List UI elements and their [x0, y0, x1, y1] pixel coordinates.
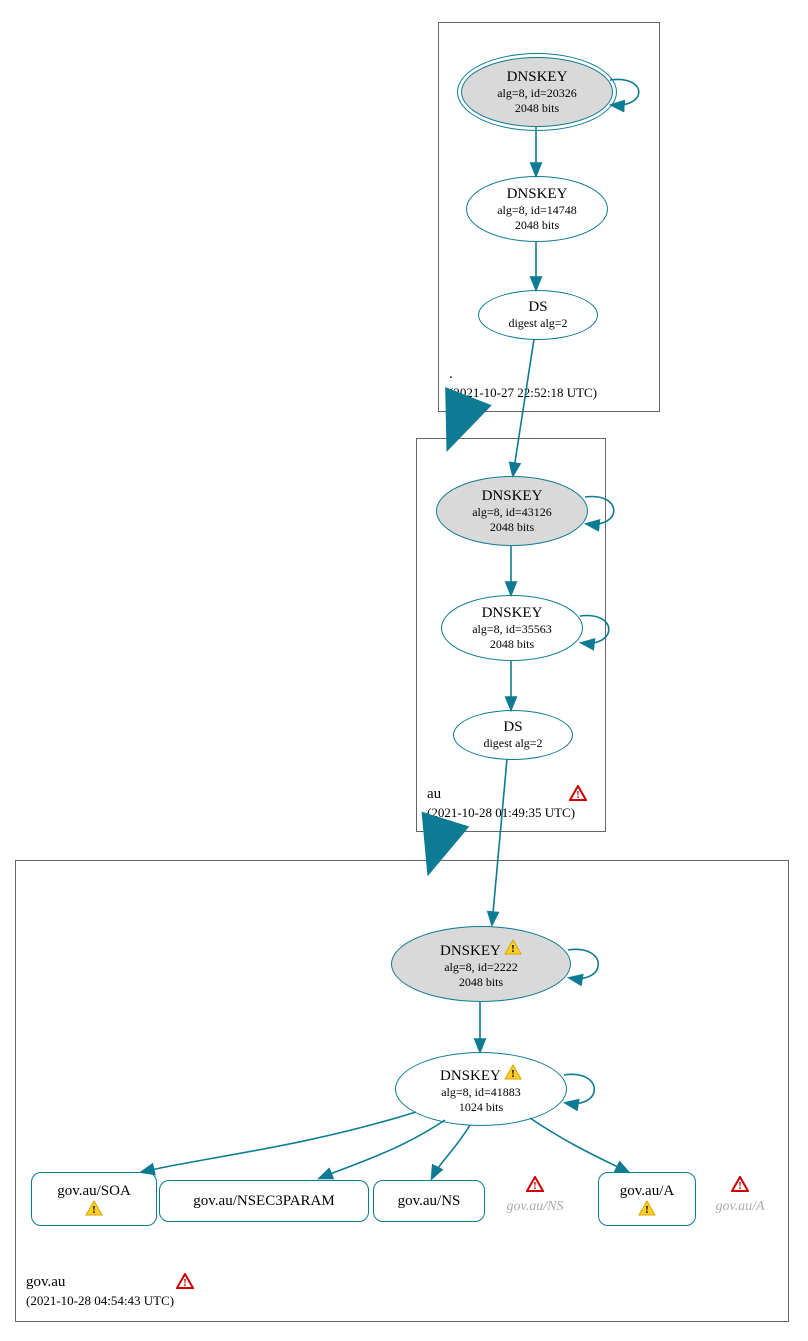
svg-text:!: !	[738, 1180, 742, 1192]
govau-soa: gov.au/SOA !	[31, 1172, 157, 1226]
warning-icon: !	[638, 1200, 656, 1216]
node-sub2: 2048 bits	[515, 218, 559, 233]
node-sub2: 2048 bits	[515, 101, 559, 116]
warning-icon: !	[504, 1064, 522, 1080]
error-icon: !	[731, 1176, 749, 1192]
govau-zsk-dnskey: DNSKEY ! alg=8, id=41883 1024 bits	[395, 1052, 567, 1126]
warning-icon: !	[85, 1200, 103, 1216]
rr-label: gov.au/NSEC3PARAM	[193, 1193, 334, 1210]
node-sub1: alg=8, id=2222	[444, 960, 518, 975]
node-title: DNSKEY	[507, 69, 568, 85]
node-title: DS	[528, 299, 547, 316]
rr-label: gov.au/A	[620, 1183, 674, 1200]
zone-root-timestamp: (2021-10-27 22:52:18 UTC)	[449, 385, 597, 401]
svg-text:!: !	[183, 1277, 187, 1289]
zone-root-label: .	[449, 366, 453, 383]
node-title: DS	[503, 719, 522, 736]
node-sub2: 2048 bits	[490, 637, 534, 652]
node-sub1: alg=8, id=43126	[472, 505, 552, 520]
svg-text:!: !	[645, 1204, 649, 1216]
govau-nsec3param: gov.au/NSEC3PARAM	[159, 1180, 369, 1222]
node-title: DNSKEY	[482, 488, 543, 505]
zone-au-label: au	[427, 786, 441, 803]
root-ksk-dnskey: DNSKEY alg=8, id=20326 2048 bits	[461, 57, 613, 127]
node-sub2: 2048 bits	[490, 520, 534, 535]
node-sub1: digest alg=2	[508, 316, 567, 331]
rr-ghost-label: gov.au/A	[715, 1199, 764, 1214]
root-ds: DS digest alg=2	[478, 290, 598, 340]
node-sub2: 2048 bits	[459, 975, 503, 990]
error-icon: !	[176, 1273, 194, 1289]
node-sub1: alg=8, id=20326	[497, 86, 577, 101]
warning-icon: !	[504, 939, 522, 955]
au-zsk-dnskey: DNSKEY alg=8, id=35563 2048 bits	[441, 595, 583, 661]
error-icon: !	[569, 785, 587, 801]
node-sub1: alg=8, id=35563	[472, 622, 552, 637]
node-title: DNSKEY	[482, 605, 543, 622]
svg-text:!: !	[511, 1068, 515, 1080]
node-sub1: alg=8, id=41883	[441, 1085, 521, 1100]
govau-a: gov.au/A !	[598, 1172, 696, 1226]
svg-text:!: !	[576, 789, 580, 801]
zone-govau-timestamp: (2021-10-28 04:54:43 UTC)	[26, 1293, 174, 1309]
root-zsk-dnskey: DNSKEY alg=8, id=14748 2048 bits	[466, 176, 608, 242]
au-ksk-dnskey: DNSKEY alg=8, id=43126 2048 bits	[436, 476, 588, 546]
zone-au-timestamp: (2021-10-28 01:49:35 UTC)	[427, 805, 575, 821]
node-sub1: digest alg=2	[483, 736, 542, 751]
govau-ksk-dnskey: DNSKEY ! alg=8, id=2222 2048 bits	[391, 926, 571, 1002]
zone-govau-label: gov.au	[26, 1274, 65, 1291]
rr-label: gov.au/NS	[398, 1193, 461, 1210]
node-sub2: 1024 bits	[459, 1100, 503, 1115]
govau-a-ghost: ! gov.au/A	[700, 1176, 780, 1215]
error-icon: !	[526, 1176, 544, 1192]
govau-ns: gov.au/NS	[373, 1180, 485, 1222]
node-title: DNSKEY	[440, 943, 500, 959]
rr-label: gov.au/SOA	[57, 1183, 131, 1200]
node-title: DNSKEY	[507, 186, 568, 203]
node-title: DNSKEY	[440, 1068, 500, 1084]
rr-ghost-label: gov.au/NS	[507, 1199, 564, 1214]
svg-text:!: !	[511, 943, 515, 955]
node-sub1: alg=8, id=14748	[497, 203, 577, 218]
svg-text:!: !	[533, 1180, 537, 1192]
svg-text:!: !	[92, 1204, 96, 1216]
govau-ns-ghost: ! gov.au/NS	[490, 1176, 580, 1215]
au-ds: DS digest alg=2	[453, 710, 573, 760]
